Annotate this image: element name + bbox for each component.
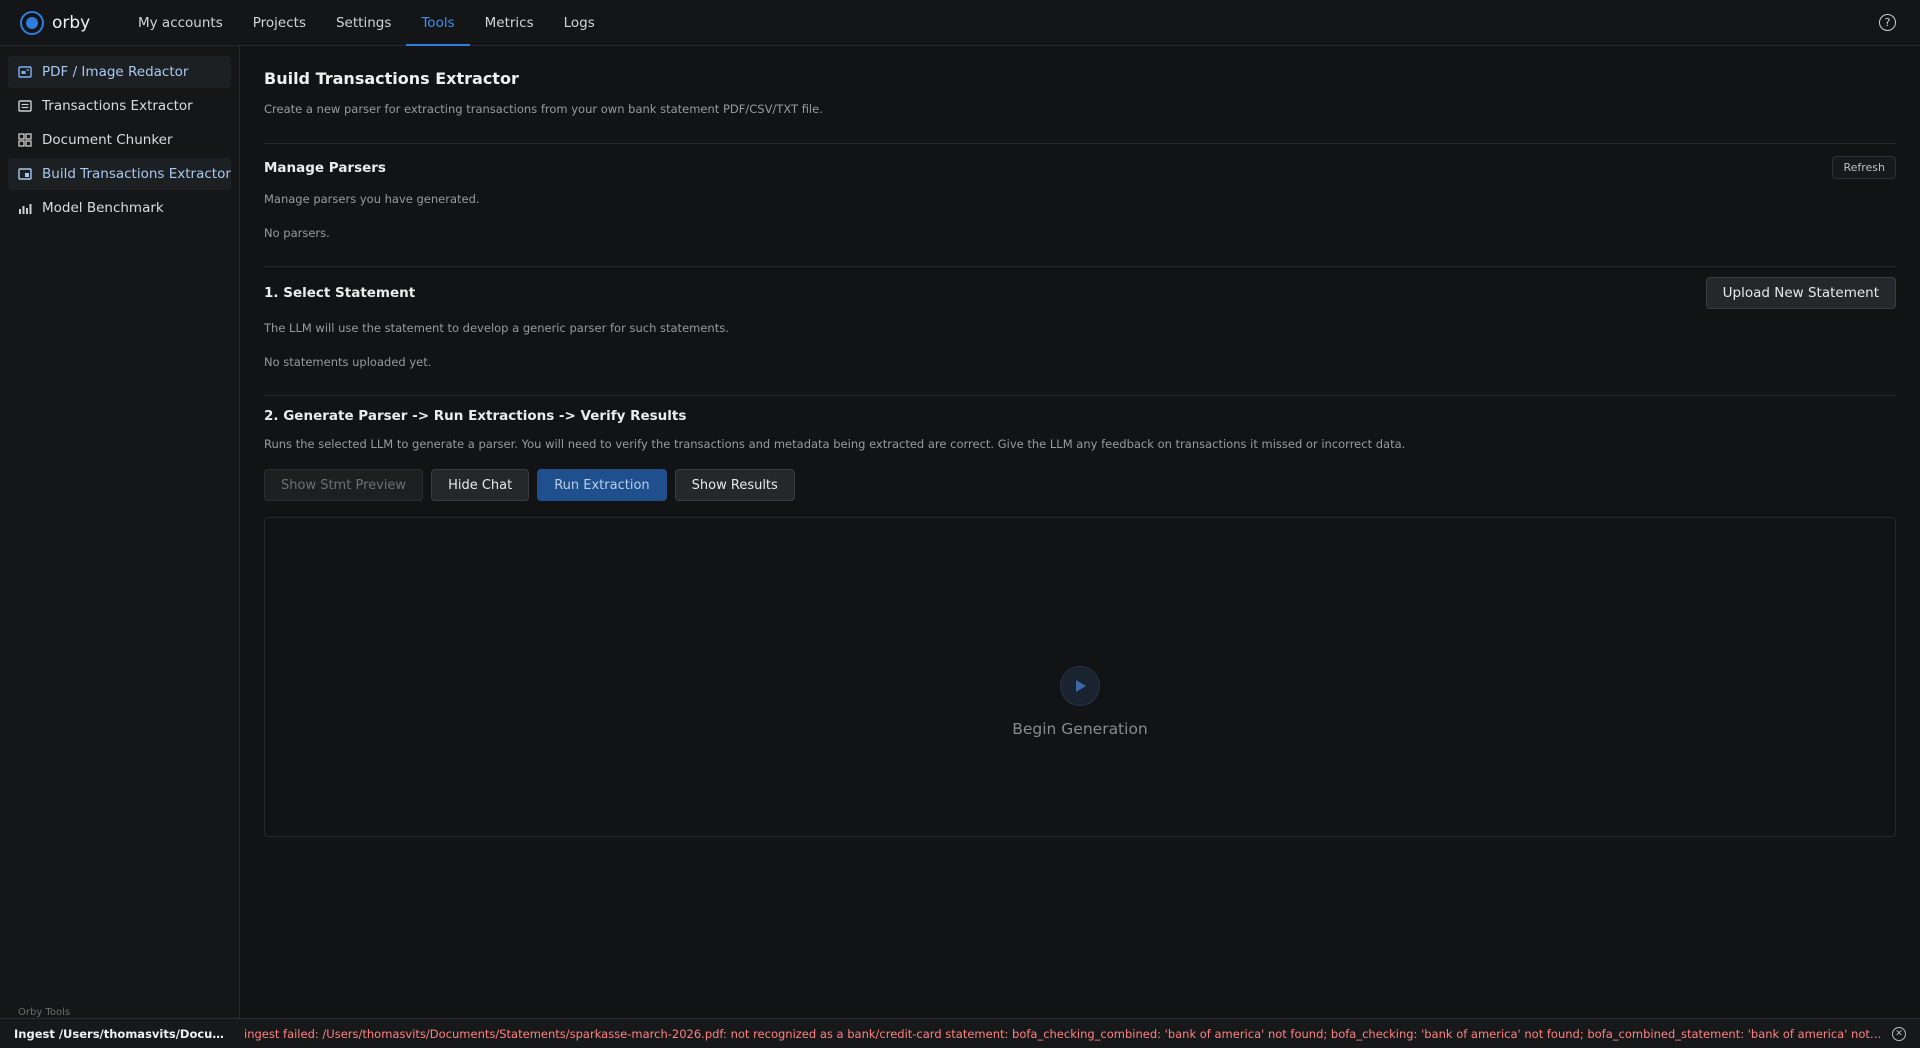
begin-generation-label: Begin Generation bbox=[1012, 720, 1148, 738]
sidebar-item-model-benchmark[interactable]: Model Benchmark bbox=[8, 192, 231, 224]
sidebar-item-pdf-image-redactor[interactable]: PDF / Image Redactor bbox=[8, 56, 231, 88]
sidebar-item-label: PDF / Image Redactor bbox=[42, 64, 189, 80]
close-icon[interactable]: ✕ bbox=[1892, 1027, 1906, 1041]
status-bar: Ingest /Users/thomasvits/Documents/Sta..… bbox=[0, 1018, 1920, 1048]
refresh-button[interactable]: Refresh bbox=[1832, 156, 1896, 179]
play-triangle-icon bbox=[1076, 680, 1086, 692]
show-stmt-preview-button[interactable]: Show Stmt Preview bbox=[264, 469, 424, 501]
status-error-message: ingest failed: /Users/thomasvits/Documen… bbox=[244, 1026, 1884, 1041]
manage-parsers-header: Manage Parsers Refresh bbox=[264, 156, 1896, 179]
nav-projects[interactable]: Projects bbox=[238, 0, 321, 46]
no-parsers-text: No parsers. bbox=[264, 226, 330, 240]
image-icon bbox=[18, 66, 32, 78]
generate-actions: Show Stmt Preview Hide Chat Run Extracti… bbox=[264, 469, 1896, 501]
nav-logs[interactable]: Logs bbox=[549, 0, 610, 46]
help-icon[interactable]: ? bbox=[1879, 14, 1896, 31]
upload-new-statement-button[interactable]: Upload New Statement bbox=[1705, 277, 1896, 309]
status-task: Ingest /Users/thomasvits/Documents/Sta..… bbox=[14, 1026, 232, 1041]
sidebar-item-label: Transactions Extractor bbox=[42, 98, 193, 114]
sidebar-item-transactions-extractor[interactable]: Transactions Extractor bbox=[8, 90, 231, 122]
sidebar-item-label: Model Benchmark bbox=[42, 200, 164, 216]
main-content: Build Transactions Extractor Create a ne… bbox=[264, 46, 1896, 837]
sidebar-item-document-chunker[interactable]: Document Chunker bbox=[8, 124, 231, 156]
brand[interactable]: orby bbox=[20, 10, 123, 35]
nav-my-accounts[interactable]: My accounts bbox=[123, 0, 238, 46]
divider bbox=[264, 266, 1896, 267]
show-results-button[interactable]: Show Results bbox=[674, 469, 795, 501]
main-nav: My accounts Projects Settings Tools Metr… bbox=[123, 0, 610, 46]
bar-chart-icon bbox=[19, 204, 32, 214]
sidebar-item-build-transactions-extractor[interactable]: Build Transactions Extractor bbox=[8, 158, 231, 190]
divider bbox=[264, 143, 1896, 144]
sidebar-footer: Orby Tools bbox=[18, 1007, 71, 1018]
nav-tools[interactable]: Tools bbox=[406, 0, 470, 46]
manage-parsers-title: Manage Parsers bbox=[264, 159, 386, 176]
select-statement-title: 1. Select Statement bbox=[264, 285, 416, 301]
grid-icon bbox=[18, 133, 32, 147]
generate-parser-desc: Runs the selected LLM to generate a pars… bbox=[264, 437, 1406, 451]
list-icon bbox=[18, 100, 32, 112]
hide-chat-button[interactable]: Hide Chat bbox=[431, 469, 530, 501]
select-statement-header: 1. Select Statement Upload New Statement bbox=[264, 277, 1896, 309]
sidebar-item-label: Document Chunker bbox=[42, 132, 173, 148]
select-statement-desc: The LLM will use the statement to develo… bbox=[264, 321, 729, 335]
sidebar-item-label: Build Transactions Extractor bbox=[42, 166, 231, 182]
sidebar: PDF / Image Redactor Transactions Extrac… bbox=[0, 46, 240, 1018]
page-subtitle: Create a new parser for extracting trans… bbox=[264, 102, 823, 116]
nav-settings[interactable]: Settings bbox=[321, 0, 406, 46]
play-icon[interactable] bbox=[1060, 666, 1100, 706]
orby-logo-icon bbox=[20, 10, 44, 35]
generation-panel: Begin Generation bbox=[264, 517, 1896, 837]
run-extraction-button[interactable]: Run Extraction bbox=[537, 469, 667, 501]
generate-parser-title: 2. Generate Parser -> Run Extractions ->… bbox=[264, 408, 687, 424]
brand-name: orby bbox=[52, 12, 91, 33]
divider bbox=[264, 395, 1896, 396]
page-title: Build Transactions Extractor bbox=[264, 69, 519, 88]
manage-parsers-desc: Manage parsers you have generated. bbox=[264, 192, 480, 206]
build-icon bbox=[18, 168, 32, 180]
nav-metrics[interactable]: Metrics bbox=[470, 0, 549, 46]
top-bar: orby My accounts Projects Settings Tools… bbox=[0, 0, 1920, 46]
no-statements-text: No statements uploaded yet. bbox=[264, 355, 432, 369]
